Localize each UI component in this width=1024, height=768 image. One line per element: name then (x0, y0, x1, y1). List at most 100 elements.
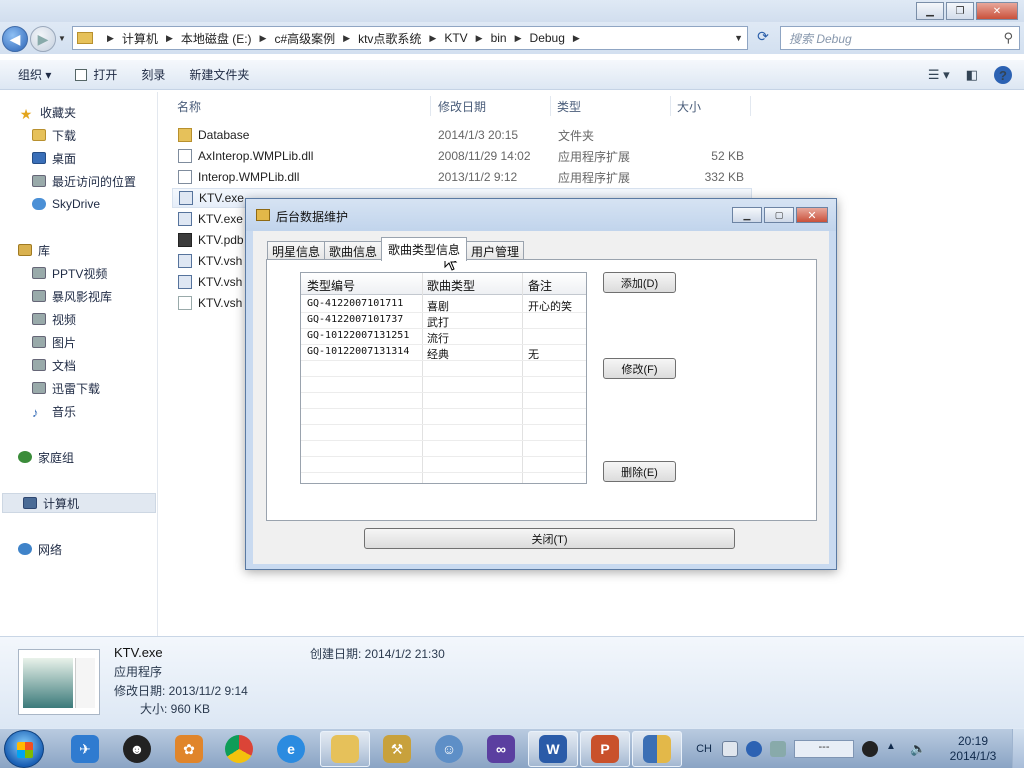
column-header-type[interactable]: 类型 (557, 98, 581, 115)
nav-desktop[interactable]: 桌面 (32, 148, 76, 168)
file-row[interactable]: Interop.WMPLib.dll 2013/11/2 9:12 应用程序扩展 33… (172, 167, 752, 187)
taskbar-app-explorer[interactable] (320, 731, 370, 767)
nav-pictures[interactable]: 图片 (32, 332, 76, 352)
breadcrumb-item[interactable]: ktv点歌系统 (358, 30, 421, 47)
nav-downloads[interactable]: 下载 (32, 125, 76, 145)
chevron-right-icon[interactable]: ▶ (260, 33, 267, 44)
breadcrumb-item[interactable]: Debug (530, 31, 565, 45)
taskbar-app[interactable] (214, 731, 264, 767)
breadcrumb-item[interactable]: bin (491, 31, 507, 45)
nav-libraries[interactable]: 库 (18, 240, 50, 260)
delete-button[interactable]: 删除(E) (603, 461, 676, 482)
chevron-right-icon[interactable]: ▶ (166, 33, 173, 44)
organize-button[interactable]: 组织 ▾ (18, 66, 51, 83)
minimize-button[interactable]: ▁ (916, 2, 944, 20)
start-button[interactable] (4, 730, 44, 768)
new-folder-button[interactable]: 新建文件夹 (189, 66, 249, 83)
nav-favorites[interactable]: ★ 收藏夹 (18, 102, 76, 123)
chevron-right-icon[interactable]: ▶ (429, 33, 436, 44)
show-desktop-button[interactable] (1012, 729, 1024, 768)
chevron-right-icon[interactable]: ▶ (573, 33, 580, 44)
breadcrumb-item[interactable]: 计算机 (122, 30, 158, 47)
search-icon[interactable]: ⚲ (1003, 30, 1013, 46)
taskbar-app[interactable]: ☻ (112, 731, 162, 767)
edit-button[interactable]: 修改(F) (603, 358, 676, 379)
breadcrumb-item[interactable]: c#高级案例 (274, 30, 335, 47)
burn-button[interactable]: 刻录 (141, 66, 165, 83)
ime-indicator[interactable]: CH (696, 743, 712, 755)
taskbar-app-word[interactable]: W (528, 731, 578, 767)
tab-song-types[interactable]: 歌曲类型信息 (381, 237, 468, 261)
close-dialog-button[interactable]: 关闭(T) (364, 528, 735, 549)
nav-music[interactable]: ♪ 音乐 (32, 401, 76, 421)
tab-songs[interactable]: 歌曲信息 (324, 241, 383, 261)
file-row[interactable]: AxInterop.WMPLib.dll 2008/11/29 14:02 应用程序… (172, 146, 752, 166)
volume-icon[interactable]: 🔈 (910, 741, 926, 757)
nav-computer[interactable]: 计算机 (2, 493, 156, 513)
taskbar-app[interactable]: e (266, 731, 316, 767)
column-header-date[interactable]: 修改日期 (438, 98, 486, 115)
column-divider[interactable] (670, 96, 671, 116)
breadcrumb-item[interactable]: KTV (444, 31, 467, 45)
nav-documents[interactable]: 文档 (32, 355, 76, 375)
nav-homegroup[interactable]: 家庭组 (18, 447, 74, 467)
open-button[interactable]: 打开 (75, 66, 117, 83)
column-divider[interactable] (550, 96, 551, 116)
nav-baofeng[interactable]: 暴风影视库 (32, 286, 112, 306)
grid-row[interactable]: GQ-10122007131314 经典 无 (301, 345, 586, 361)
history-dropdown-icon[interactable]: ▼ (58, 34, 66, 43)
taskbar-app-powerpoint[interactable]: P (580, 731, 630, 767)
tray-expand-icon[interactable] (770, 741, 786, 757)
maximize-button[interactable]: ❐ (946, 2, 974, 20)
grid-row[interactable]: GQ-10122007131251 流行 (301, 329, 586, 345)
dialog-minimize-button[interactable]: ▁ (732, 207, 762, 223)
taskbar-app[interactable]: ✈ (60, 731, 110, 767)
taskbar-app[interactable]: ✿ (164, 731, 214, 767)
nav-pptv[interactable]: PPTV视频 (32, 263, 107, 283)
song-type-grid[interactable]: 类型编号 歌曲类型 备注 GQ-4122007101711 喜剧 开心的笑 GQ-4… (300, 272, 587, 484)
add-button[interactable]: 添加(D) (603, 272, 676, 293)
taskbar-app-ktv[interactable] (632, 731, 682, 767)
back-button[interactable]: ◀ (2, 26, 28, 52)
tray-input-box[interactable]: --- (794, 740, 854, 758)
search-input[interactable]: 搜索 Debug ⚲ (780, 26, 1020, 50)
chevron-right-icon[interactable]: ▶ (343, 33, 350, 44)
nav-videos[interactable]: 视频 (32, 309, 76, 329)
taskbar-app[interactable]: ⚒ (372, 731, 422, 767)
taskbar-app[interactable]: ∞ (476, 731, 526, 767)
nav-xunlei[interactable]: 迅雷下载 (32, 378, 100, 398)
address-dropdown-icon[interactable]: ▼ (734, 33, 743, 43)
nav-network[interactable]: 网络 (18, 539, 62, 559)
grid-row[interactable]: GQ-4122007101711 喜剧 开心的笑 (301, 297, 586, 313)
keyboard-icon[interactable] (722, 741, 738, 757)
tab-users[interactable]: 用户管理 (466, 241, 525, 261)
preview-pane-icon[interactable]: ◧ (966, 67, 978, 83)
file-row[interactable]: Database 2014/1/3 20:15 文件夹 (172, 125, 752, 145)
column-header-name[interactable]: 名称 (177, 98, 201, 115)
column-divider[interactable] (750, 96, 751, 116)
forward-button[interactable]: ▶ (30, 26, 56, 52)
help-icon[interactable] (746, 741, 762, 757)
dialog-maximize-button[interactable]: ▢ (764, 207, 794, 223)
chevron-right-icon[interactable]: ▶ (107, 33, 114, 44)
column-divider[interactable] (430, 96, 431, 116)
tab-stars[interactable]: 明星信息 (267, 241, 326, 261)
chevron-right-icon[interactable]: ▶ (476, 33, 483, 44)
help-icon[interactable]: ? (994, 66, 1012, 84)
dialog-close-button[interactable]: ✕ (796, 207, 828, 223)
power-plug-icon[interactable] (862, 741, 878, 757)
grid-row[interactable]: GQ-4122007101737 武打 (301, 313, 586, 329)
nav-recent[interactable]: 最近访问的位置 (32, 171, 136, 191)
address-bar[interactable]: ▶ 计算机 ▶ 本地磁盘 (E:) ▶ c#高级案例 ▶ ktv点歌系统 ▶ K… (72, 26, 748, 50)
taskbar-clock[interactable]: 20:19 2014/1/3 (934, 734, 1012, 764)
tray-arrow-icon[interactable]: ▲ (886, 741, 902, 757)
grid-header-remark[interactable]: 备注 (528, 277, 552, 294)
taskbar-app[interactable]: ☺ (424, 731, 474, 767)
chevron-right-icon[interactable]: ▶ (515, 33, 522, 44)
nav-skydrive[interactable]: SkyDrive (32, 194, 100, 214)
grid-header-song-type[interactable]: 歌曲类型 (427, 277, 475, 294)
column-header-size[interactable]: 大小 (677, 98, 701, 115)
breadcrumb-item[interactable]: 本地磁盘 (E:) (181, 30, 252, 47)
view-options-icon[interactable]: ☰ ▾ (928, 67, 950, 83)
close-button[interactable]: ✕ (976, 2, 1018, 20)
